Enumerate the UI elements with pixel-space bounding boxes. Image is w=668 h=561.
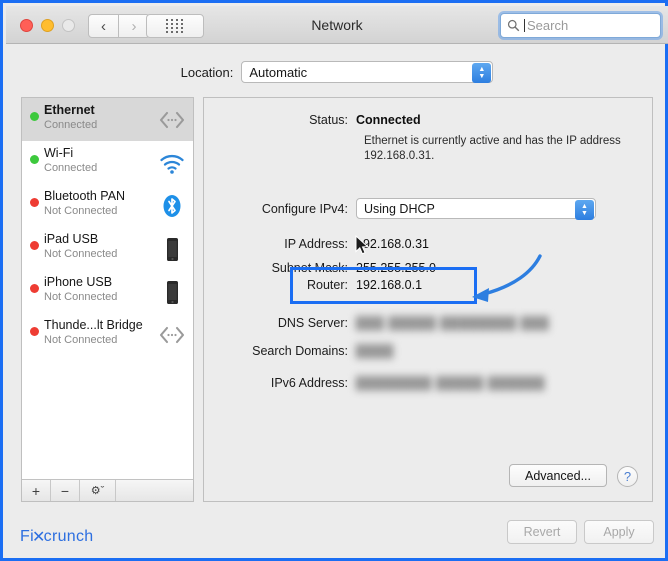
search-domains-row: Search Domains: ████ — [204, 344, 394, 358]
plus-icon: + — [31, 482, 41, 499]
watermark-logo: Fi ✕ crunch — [20, 527, 93, 547]
status-dot-red — [30, 284, 39, 293]
revert-label: Revert — [523, 525, 561, 539]
sidebar-item-iphone-usb[interactable]: iPhone USB Not Connected — [22, 270, 193, 313]
status-row: Status: Connected — [204, 113, 421, 127]
location-dropdown[interactable]: Automatic ▲ ▼ — [241, 61, 494, 83]
apply-label: Apply — [603, 525, 635, 539]
configure-ipv4-label: Configure IPv4: — [261, 201, 348, 216]
dns-server-value: ███ █████ ████████ ███ — [356, 316, 550, 330]
status-value: Connected — [356, 113, 421, 127]
sidebar-item-ethernet[interactable]: Ethernet Connected — [22, 98, 193, 141]
chevron-updown-icon[interactable]: ▲ ▼ — [472, 63, 492, 83]
apply-button[interactable]: Apply — [584, 520, 654, 544]
location-label: Location: — [180, 64, 234, 80]
ethernet-icon — [159, 111, 185, 129]
annotation-frame: ‹ › Network Location: Automatic ▲▼ — [0, 0, 668, 561]
status-dot-green — [30, 112, 39, 121]
window-titlebar: ‹ › Network — [6, 6, 668, 44]
chevron-down-icon: ˇ — [100, 484, 105, 497]
ipv6-address-row: IPv6 Address: ████████ █████ ██████ — [204, 376, 545, 390]
ipv6-address-value: ████████ █████ ██████ — [356, 376, 546, 390]
service-list-panel: Ethernet Connected Wi-Fi Connected Bluet… — [21, 97, 194, 502]
advanced-button[interactable]: Advanced... — [509, 464, 607, 487]
watermark-suffix: crunch — [43, 528, 94, 545]
text-caret — [524, 19, 525, 32]
sidebar-item-ipad-usb[interactable]: iPad USB Not Connected — [22, 227, 193, 270]
ethernet-icon — [159, 326, 185, 344]
router-highlight-annotation — [290, 267, 477, 304]
sidebar-item-wifi[interactable]: Wi-Fi Connected — [22, 141, 193, 184]
search-input[interactable] — [527, 18, 647, 33]
revert-button[interactable]: Revert — [507, 520, 577, 544]
configure-ipv4-row: Configure IPv4: Using DHCP ▲ ▼ — [204, 198, 596, 220]
status-dot-red — [30, 327, 39, 336]
search-field[interactable] — [500, 13, 661, 38]
arrow-annotation-icon — [472, 254, 542, 302]
search-domains-value: ████ — [356, 344, 395, 358]
status-dot-red — [30, 198, 39, 207]
minus-icon: − — [60, 482, 70, 499]
sidebar-item-thunderbolt-bridge[interactable]: Thunde...lt Bridge Not Connected — [22, 313, 193, 356]
question-mark-icon: ? — [623, 469, 632, 484]
status-dot-red — [30, 241, 39, 250]
service-list: Ethernet Connected Wi-Fi Connected Bluet… — [22, 98, 193, 480]
network-detail-panel: Status: Connected Ethernet is currently … — [203, 97, 653, 502]
service-list-toolbar: + − ⚙ ˇ — [22, 479, 193, 501]
bluetooth-icon — [163, 195, 181, 217]
search-icon — [507, 19, 520, 32]
dns-server-label: DNS Server: — [277, 316, 348, 330]
wifi-icon — [160, 155, 184, 174]
mouse-cursor-icon — [355, 235, 369, 255]
configure-ipv4-dropdown[interactable]: Using DHCP ▲ ▼ — [356, 198, 596, 220]
help-button[interactable]: ? — [617, 466, 638, 487]
configure-ipv4-value: Using DHCP — [364, 201, 435, 216]
iphone-icon — [167, 281, 178, 304]
status-label: Status: — [309, 113, 348, 127]
ip-address-label: IP Address: — [284, 237, 348, 251]
chevron-updown-icon[interactable]: ▲ ▼ — [575, 200, 594, 220]
search-domains-label: Search Domains: — [252, 344, 348, 358]
ipv6-address-label: IPv6 Address: — [270, 376, 348, 390]
service-actions-button[interactable]: ⚙ ˇ — [80, 480, 116, 501]
content-area: Ethernet Connected Wi-Fi Connected Bluet… — [21, 97, 653, 502]
ip-address-row: IP Address: 192.168.0.31 — [204, 237, 429, 251]
dns-server-row: DNS Server: ███ █████ ████████ ███ — [204, 316, 550, 330]
status-dot-green — [30, 155, 39, 164]
status-description: Ethernet is currently active and has the… — [364, 135, 621, 162]
advanced-label: Advanced... — [524, 468, 591, 483]
sidebar-item-bluetooth-pan[interactable]: Bluetooth PAN Not Connected — [22, 184, 193, 227]
ipad-icon — [167, 238, 178, 261]
add-service-button[interactable]: + — [22, 480, 51, 501]
remove-service-button[interactable]: − — [51, 480, 80, 501]
location-row: Location: Automatic ▲ ▼ — [6, 55, 668, 89]
location-value: Automatic — [249, 64, 308, 80]
gear-icon: ⚙ — [90, 485, 101, 497]
